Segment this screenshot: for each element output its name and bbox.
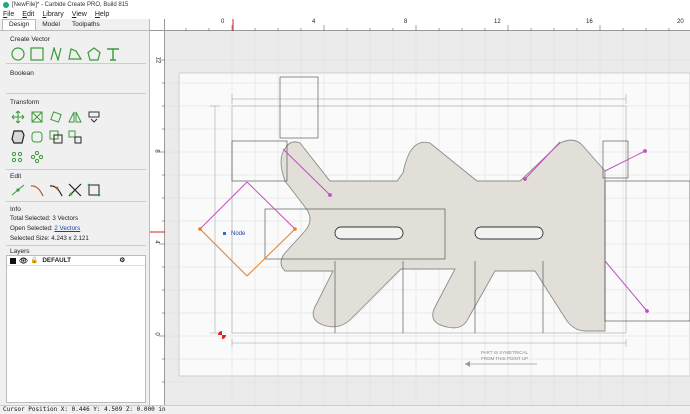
array-icon[interactable] [10, 149, 25, 164]
window-title: [NewFile]* - Carbide Create PRO, Build 8… [12, 1, 129, 8]
left-ruler: 12 8 4 0 [150, 31, 165, 405]
move-icon[interactable] [10, 109, 25, 124]
rotate-icon[interactable] [48, 109, 63, 124]
curve-tool-icon[interactable] [48, 46, 63, 61]
top-ruler-label-20: 20 [677, 19, 684, 25]
menu-bar: File Edit Library View Help [0, 9, 690, 19]
open-selected-link[interactable]: 2 Vectors [54, 225, 80, 232]
menu-file[interactable]: File [3, 11, 14, 18]
canvas-drawing: Node PART IS SYMETRICAL FROM THIS POINT … [165, 31, 690, 405]
left-ruler-label-4: 4 [153, 240, 160, 244]
node-marker [223, 232, 226, 235]
rectangle-tool-icon[interactable] [29, 46, 44, 61]
total-selected-value: 3 Vectors [52, 215, 79, 222]
design-canvas[interactable]: Node PART IS SYMETRICAL FROM THIS POINT … [165, 31, 690, 405]
layer-name: DEFAULT [42, 257, 71, 264]
transform-tools-row-1 [10, 109, 101, 124]
transform-label: Transform [10, 99, 40, 106]
node-label: Node [231, 231, 246, 237]
group-icon[interactable] [48, 129, 63, 144]
left-ruler-label-12: 12 [154, 56, 161, 64]
cursor-position: Cursor Position X: 0.446 Y: 4.509 Z: 0.0… [3, 406, 166, 413]
circle-tool-icon[interactable] [10, 46, 25, 61]
menu-edit[interactable]: Edit [22, 11, 34, 18]
ungroup-icon[interactable] [67, 129, 82, 144]
tab-toolpaths[interactable]: Toolpaths [66, 20, 106, 30]
selected-size-label: Selected Size: [10, 235, 50, 242]
layers-list: 👁 🔓 DEFAULT ⚙ [6, 255, 146, 403]
circular-array-icon[interactable] [29, 149, 44, 164]
text-tool-icon[interactable] [105, 46, 120, 61]
edit-tools [10, 182, 101, 197]
polygon-tool-icon[interactable] [86, 46, 101, 61]
left-ruler-label-8: 8 [153, 149, 160, 153]
lock-icon[interactable]: 🔓 [31, 257, 38, 264]
title-bar: [NewFile]* - Carbide Create PRO, Build 8… [0, 0, 690, 9]
total-selected: Total Selected: 3 Vectors [10, 215, 78, 222]
tab-model[interactable]: Model [36, 20, 66, 30]
top-ruler-ticks [185, 19, 670, 31]
bezier-icon[interactable] [29, 182, 44, 197]
boolean-label: Boolean [10, 70, 34, 77]
fillet-icon[interactable] [29, 129, 44, 144]
layers-label: Layers [10, 248, 30, 255]
slot-left [334, 226, 404, 240]
menu-library[interactable]: Library [42, 11, 63, 18]
top-ruler-label-12: 12 [494, 19, 501, 25]
layer-color-swatch[interactable] [10, 257, 16, 264]
offset-icon[interactable] [10, 129, 25, 144]
scale-icon[interactable] [29, 109, 44, 124]
note-line-2: FROM THIS POINT UP [481, 356, 528, 361]
polyline-tool-icon[interactable] [67, 46, 82, 61]
ruler-corner [150, 19, 165, 31]
node-edit-icon[interactable] [10, 182, 25, 197]
total-selected-label: Total Selected: [10, 215, 51, 222]
open-selected: Open Selected: 2 Vectors [10, 225, 80, 232]
app-window: [NewFile]* - Carbide Create PRO, Build 8… [0, 0, 690, 414]
top-ruler-label-16: 16 [586, 19, 593, 25]
top-ruler: 0 4 8 12 16 20 [165, 19, 690, 31]
app-icon [3, 1, 9, 8]
trim-icon[interactable] [67, 182, 82, 197]
top-ruler-label-8: 8 [404, 19, 408, 25]
left-ruler-label-0: 0 [153, 332, 160, 336]
box-select-icon[interactable] [86, 182, 101, 197]
create-vector-label: Create Vector [10, 36, 50, 43]
create-vector-tools [10, 46, 120, 61]
selected-size: Selected Size: 4.243 x 2.121 [10, 235, 89, 242]
layer-row[interactable]: 👁 🔓 DEFAULT ⚙ [7, 256, 145, 266]
transform-tools-row-2 [10, 129, 82, 144]
top-ruler-label-4: 4 [312, 19, 316, 25]
menu-help[interactable]: Help [95, 11, 109, 18]
left-ruler-ticks [150, 59, 165, 383]
note-line-1: PART IS SYMETRICAL [481, 350, 529, 355]
selected-size-value: 4.243 x 2.121 [51, 235, 89, 242]
transform-tools-row-3 [10, 149, 44, 164]
status-bar: Cursor Position X: 0.446 Y: 4.509 Z: 0.0… [0, 405, 690, 414]
menu-view[interactable]: View [72, 11, 87, 18]
top-ruler-label-0: 0 [221, 19, 225, 25]
tab-design[interactable]: Design [2, 19, 37, 30]
mirror-icon[interactable] [67, 109, 82, 124]
open-selected-label: Open Selected: [10, 225, 53, 232]
slot-right [474, 226, 544, 240]
info-label: Info [10, 206, 21, 213]
align-icon[interactable] [86, 109, 101, 124]
edit-label: Edit [10, 173, 22, 180]
panel-tabs: Design Model Toolpaths [0, 19, 149, 31]
eye-icon[interactable]: 👁 [19, 257, 28, 265]
gear-icon[interactable]: ⚙ [119, 257, 125, 264]
join-icon[interactable] [48, 182, 63, 197]
